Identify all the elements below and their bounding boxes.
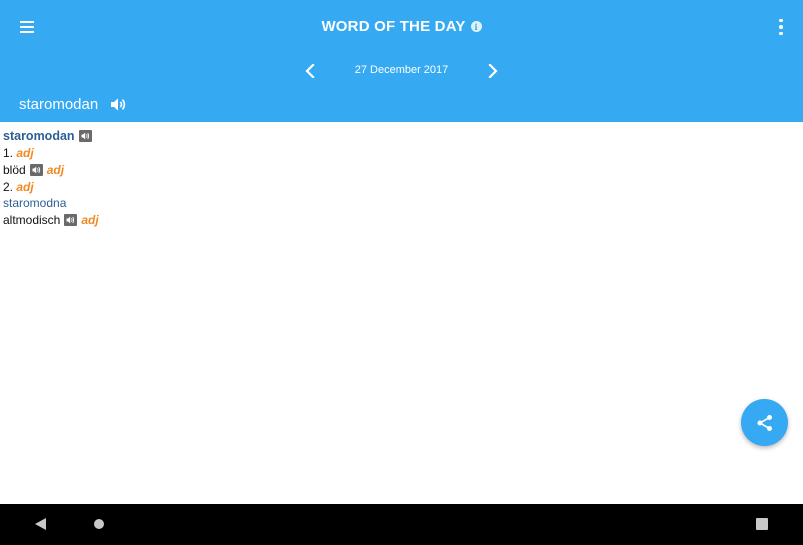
sense-2-translation-pos: adj: [81, 213, 99, 227]
word-header: staromodan: [19, 96, 127, 113]
share-icon: [757, 414, 772, 431]
more-vert-icon[interactable]: [773, 17, 789, 37]
sense-2-translation-line: altmodisch adj: [3, 211, 99, 229]
sense-1-translation-pos: adj: [46, 163, 65, 177]
sense-2-alt-form: staromodna: [3, 196, 67, 210]
sense-1-translation: blöd: [3, 163, 26, 177]
sense-2-alt-form-line: staromodna: [3, 195, 99, 211]
headword-speaker-icon[interactable]: [78, 130, 92, 142]
speaker-icon[interactable]: [110, 97, 127, 112]
sense-1-pos: adj: [16, 146, 34, 160]
home-circle-icon[interactable]: [94, 519, 104, 529]
back-triangle-icon[interactable]: [34, 517, 47, 536]
sense-1-translation-line: blöd adj: [3, 161, 99, 179]
app-bar: WORD OF THE DAY i 27 December 2017 staro…: [0, 0, 803, 122]
page-title: WORD OF THE DAY: [321, 18, 466, 35]
headword-line: staromodan: [3, 127, 99, 145]
headword: staromodan: [3, 129, 75, 143]
sense-1-header: 1. adj: [3, 145, 99, 161]
sense-2-header: 2. adj: [3, 179, 99, 195]
share-button[interactable]: [741, 399, 788, 446]
chevron-right-icon[interactable]: [483, 61, 503, 81]
app-root: WORD OF THE DAY i 27 December 2017 staro…: [0, 0, 803, 545]
sense-2-number: 2.: [3, 180, 14, 194]
sense-1-speaker-icon[interactable]: [29, 164, 43, 176]
date-navigator: 27 December 2017: [0, 61, 803, 81]
system-navigation-bar: [0, 504, 803, 545]
recents-square-icon[interactable]: [756, 518, 768, 530]
dictionary-entry: staromodan 1. adj blöd adj 2. adj starom…: [3, 127, 99, 229]
sense-1-number: 1.: [3, 146, 14, 160]
date-label: 27 December 2017: [354, 64, 449, 76]
page-title-container: WORD OF THE DAY i: [0, 18, 803, 35]
sense-2-translation: altmodisch: [3, 213, 61, 227]
info-icon[interactable]: i: [470, 21, 482, 32]
word-of-day-label: staromodan: [19, 96, 99, 113]
sense-2-pos: adj: [16, 180, 34, 194]
sense-2-speaker-icon[interactable]: [64, 214, 78, 226]
